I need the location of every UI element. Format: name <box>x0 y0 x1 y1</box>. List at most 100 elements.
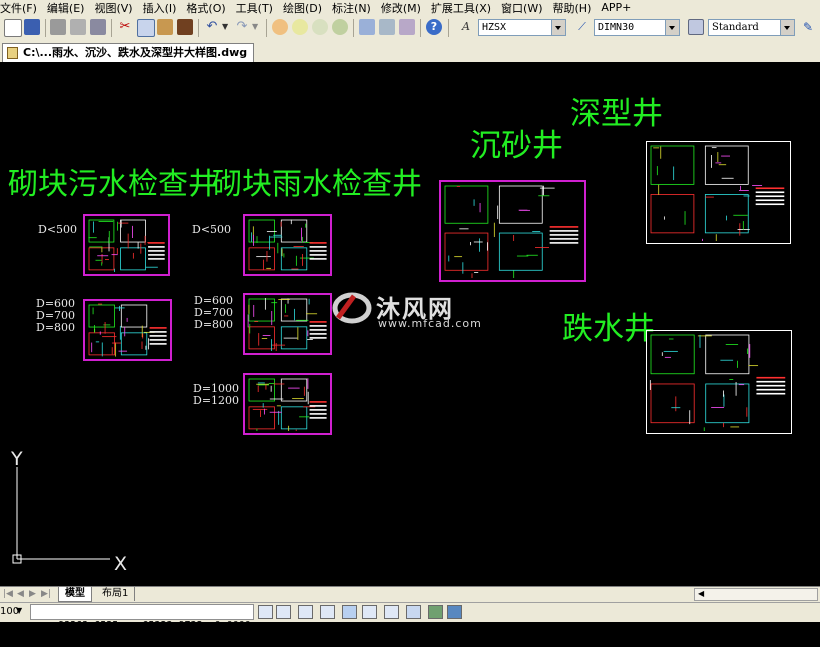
dim-style-value: DIMN30 <box>598 22 635 33</box>
tool-palettes-icon[interactable] <box>399 19 415 35</box>
table-style-icon[interactable] <box>688 19 704 35</box>
redo-dropdown-icon[interactable]: ▼ <box>252 19 260 35</box>
cut-icon[interactable]: ✂ <box>117 19 133 35</box>
publish-icon[interactable] <box>90 19 106 35</box>
standard-toolbar: ✂ ↶ ▼ ↷ ▼ ? A HZSX ⟋ DIMN30 Standard ✎ <box>0 15 820 42</box>
toolbar-separator <box>45 19 46 37</box>
pan-icon[interactable] <box>272 19 288 35</box>
ucs-x-label: X <box>114 553 128 575</box>
lineweight-toggle-icon[interactable] <box>428 605 443 619</box>
design-center-icon[interactable] <box>379 19 395 35</box>
properties-icon[interactable] <box>359 19 375 35</box>
ortho-toggle-icon[interactable] <box>298 605 313 619</box>
paste-icon[interactable] <box>157 19 173 35</box>
title-deep-well: 深型井 <box>570 96 663 132</box>
label-d500-rain: D<500 <box>192 223 232 236</box>
watermark-url: www.mfcad.com <box>378 317 482 330</box>
otrack-toggle-icon[interactable] <box>362 605 377 619</box>
zoom-realtime-icon[interactable] <box>292 19 308 35</box>
scroll-left-icon[interactable]: ◀ <box>698 589 704 598</box>
menu-help[interactable]: 帮助(H) <box>549 0 598 16</box>
sheet-rain-d600[interactable] <box>243 293 332 355</box>
status-bar: 100 ▼ 93263.6525, -65323.9732, 0.0000 <box>0 602 820 631</box>
save-icon[interactable] <box>24 19 40 35</box>
document-tab-bar: C:\...雨水、沉沙、跌水及深型井大样图.dwg <box>0 41 820 63</box>
watermark-logo-icon <box>332 290 372 326</box>
document-tab[interactable]: C:\...雨水、沉沙、跌水及深型井大样图.dwg <box>2 43 255 62</box>
nav-first-icon[interactable]: |◀ <box>3 589 13 599</box>
snap-toggle-icon[interactable] <box>258 605 273 619</box>
zoom-previous-icon[interactable] <box>332 19 348 35</box>
sheet-sand-well[interactable] <box>439 180 586 282</box>
multileader-style-icon[interactable]: ✎ <box>800 19 816 35</box>
horizontal-scrollbar[interactable]: ◀ <box>694 588 818 601</box>
menu-file[interactable]: 文件(F) <box>0 0 43 16</box>
redo-icon[interactable]: ↷ <box>234 19 250 35</box>
nav-prev-icon[interactable]: ◀ <box>17 589 24 599</box>
menu-edit[interactable]: 编辑(E) <box>43 0 91 16</box>
polar-toggle-icon[interactable] <box>320 605 335 619</box>
nav-last-icon[interactable]: ▶| <box>41 589 51 599</box>
title-sewer-manhole: 砌块污水检查井 <box>8 167 218 202</box>
title-drop-well: 跌水井 <box>562 311 655 347</box>
zoom-window-icon[interactable] <box>312 19 328 35</box>
chevron-down-icon[interactable] <box>780 20 794 35</box>
tab-model[interactable]: 模型 <box>58 587 92 602</box>
chevron-down-icon[interactable] <box>551 20 565 35</box>
menu-draw[interactable]: 绘图(D) <box>279 0 328 16</box>
table-style-select[interactable]: Standard <box>708 19 795 36</box>
print-icon[interactable] <box>50 19 66 35</box>
sheet-deep-well[interactable] <box>646 141 791 244</box>
menu-app[interactable]: APP+ <box>597 1 637 14</box>
menu-tools[interactable]: 工具(T) <box>232 0 279 16</box>
text-style-select[interactable]: HZSX <box>478 19 566 36</box>
ducs-toggle-icon[interactable] <box>384 605 399 619</box>
osnap-toggle-icon[interactable] <box>342 605 357 619</box>
drawing-canvas[interactable]: 砌块污水检查井 砌块雨水检查井 沉砂井 深型井 跌水井 D<500 D=600 … <box>0 62 820 586</box>
print-preview-icon[interactable] <box>70 19 86 35</box>
qp-toggle-icon[interactable] <box>447 605 462 619</box>
coordinates-field[interactable]: 93263.6525, -65323.9732, 0.0000 <box>30 604 254 631</box>
toolbar-separator <box>266 19 267 37</box>
dyn-toggle-icon[interactable] <box>406 605 421 619</box>
title-rain-manhole: 砌块雨水检查井 <box>212 167 422 202</box>
sheet-sewer-d500[interactable] <box>83 214 170 276</box>
toolbar-separator <box>111 19 112 37</box>
document-tab-title: C:\...雨水、沉沙、跌水及深型井大样图.dwg <box>23 46 248 59</box>
menu-view[interactable]: 视图(V) <box>90 0 138 16</box>
tab-layout1[interactable]: 布局1 <box>96 587 136 601</box>
menu-dimension[interactable]: 标注(N) <box>328 0 377 16</box>
menu-modify[interactable]: 修改(M) <box>377 0 427 16</box>
chevron-down-icon[interactable] <box>665 20 679 35</box>
menu-format[interactable]: 格式(O) <box>182 0 231 16</box>
sheet-sewer-d600[interactable] <box>83 299 172 361</box>
nav-next-icon[interactable]: ▶ <box>29 589 36 599</box>
label-d600-rain: D=600 D=700 D=800 <box>194 294 234 331</box>
dim-style-select[interactable]: DIMN30 <box>594 19 680 36</box>
toolbar-separator <box>448 19 449 37</box>
menu-extend-tools[interactable]: 扩展工具(X) <box>427 0 497 16</box>
copy-icon[interactable] <box>137 19 155 37</box>
layout-tab-bar: |◀ ◀ ▶ ▶| 模型 布局1 ◀ <box>0 586 820 603</box>
undo-dropdown-icon[interactable]: ▼ <box>222 19 230 35</box>
menu-insert[interactable]: 插入(I) <box>139 0 183 16</box>
menu-window[interactable]: 窗口(W) <box>497 0 548 16</box>
sheet-drop-well[interactable] <box>646 330 792 434</box>
match-properties-icon[interactable] <box>177 19 193 35</box>
toolbar-separator <box>353 19 354 37</box>
toolbar-separator <box>420 19 421 37</box>
grid-toggle-icon[interactable] <box>276 605 291 619</box>
undo-icon[interactable]: ↶ <box>204 19 220 35</box>
menu-bar: 文件(F) 编辑(E) 视图(V) 插入(I) 格式(O) 工具(T) 绘图(D… <box>0 0 820 15</box>
sheet-rain-d1000[interactable] <box>243 373 332 435</box>
new-file-icon[interactable] <box>4 19 22 37</box>
label-d500-sewer: D<500 <box>38 223 78 236</box>
help-icon[interactable]: ? <box>426 19 442 35</box>
label-d600-sewer: D=600 D=700 D=800 <box>36 297 76 334</box>
sheet-rain-d500[interactable] <box>243 214 332 276</box>
text-style-icon[interactable]: A <box>458 19 474 35</box>
zoom-dropdown-icon[interactable]: ▼ <box>16 606 22 615</box>
coordinates-value: 93263.6525, -65323.9732, 0.0000 <box>58 620 251 631</box>
dim-style-icon[interactable]: ⟋ <box>574 19 590 35</box>
table-style-value: Standard <box>712 22 759 33</box>
